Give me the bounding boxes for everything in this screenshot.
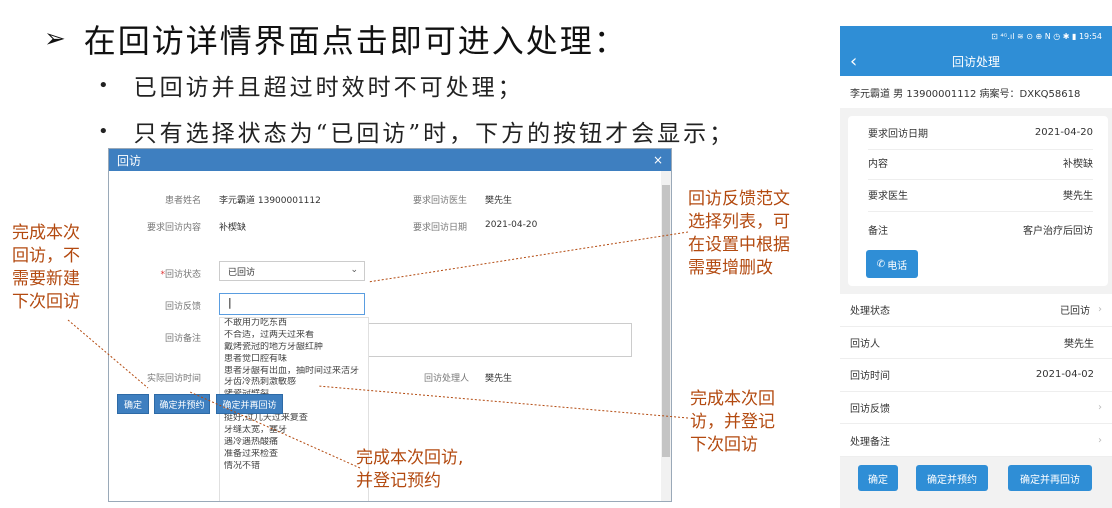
card-label: 内容 — [868, 159, 888, 170]
list-label: 回访时间 — [850, 371, 890, 383]
note-line: 下次回访 — [12, 292, 80, 312]
note-line: 需要增删改 — [688, 258, 773, 278]
note-line: 完成本次回 — [690, 389, 775, 409]
note-confirm: 完成本次 回访，不 需要新建 下次回访 — [12, 222, 80, 314]
note-line: 在设置中根据 — [688, 235, 790, 255]
note-confirm-schedule: 完成本次回访, 并登记预约 — [356, 447, 463, 493]
note-line: 回访反馈范文 — [688, 189, 790, 209]
phone-icon: ✆ — [876, 258, 886, 270]
chevron-right-icon: › — [1098, 402, 1102, 414]
status-icons: ⊡ ⁴ᴳ.ıl ≋ ⊙ ⊕ N ◷ ✱ ▮ 19:54 — [991, 31, 1102, 41]
chevron-right-icon: › — [1098, 304, 1102, 316]
list-label: 回访反馈 — [850, 404, 890, 416]
card-value: 樊先生 — [1063, 191, 1093, 202]
request-card: 要求回访日期 2021-04-20 内容 补楔缺 要求医生 樊先生 备注 客户治疗后回访… — [848, 116, 1108, 286]
card-row: 备注 客户治疗后回访 — [868, 212, 1093, 246]
list-value: 已回访 — [1060, 306, 1090, 318]
list-label: 回访人 — [850, 338, 880, 350]
note-line: 完成本次回访, — [356, 448, 464, 468]
back-icon[interactable]: ‹ — [850, 51, 857, 72]
card-value: 补楔缺 — [1063, 159, 1093, 170]
list-item-remark[interactable]: 处理备注 › — [840, 424, 1112, 457]
note-line: 选择列表，可 — [688, 212, 790, 232]
note-line: 回访，不 — [12, 246, 80, 266]
note-line: 并登记预约 — [356, 471, 441, 491]
list-label: 处理状态 — [850, 306, 890, 318]
list-label: 处理备注 — [850, 436, 890, 448]
list-item-visitor[interactable]: 回访人 樊先生 — [840, 327, 1112, 360]
note-line: 完成本次 — [12, 223, 80, 243]
nav-title: 回访处理 — [951, 54, 1000, 69]
note-line: 需要新建 — [12, 269, 80, 289]
card-label: 要求医生 — [868, 191, 908, 202]
note-confirm-again: 完成本次回 访，并登记 下次回访 — [690, 388, 775, 457]
card-row: 内容 补楔缺 — [868, 146, 1093, 180]
card-value: 2021-04-20 — [1034, 127, 1093, 138]
list-value: 2021-04-02 — [1035, 369, 1094, 381]
call-button-label: 电话 — [887, 260, 908, 272]
card-row: 要求医生 樊先生 — [868, 178, 1093, 212]
list-item-feedback[interactable]: 回访反馈 › — [840, 392, 1112, 425]
list-item-status[interactable]: 处理状态 已回访 › — [840, 294, 1112, 327]
handling-list: 处理状态 已回访 › 回访人 樊先生 回访时间 2021-04-02 回访反馈 › 处理备… — [840, 294, 1112, 457]
note-feedback: 回访反馈范文 选择列表，可 在设置中根据 需要增删改 — [688, 188, 790, 280]
chevron-right-icon: › — [1098, 434, 1102, 446]
mobile-screen: ⊡ ⁴ᴳ.ıl ≋ ⊙ ⊕ N ◷ ✱ ▮ 19:54 ‹ 回访处理 李元霸道 … — [840, 26, 1112, 508]
phone-confirm-schedule-button[interactable]: 确定并预约 — [916, 465, 988, 491]
card-label: 备注 — [868, 225, 888, 237]
note-line: 下次回访 — [690, 435, 758, 455]
card-row: 要求回访日期 2021-04-20 — [868, 116, 1093, 150]
list-item-time[interactable]: 回访时间 2021-04-02 — [840, 359, 1112, 392]
list-value: 樊先生 — [1064, 338, 1094, 350]
call-button[interactable]: ✆ 电话 — [866, 250, 918, 278]
phone-button-bar: 确定 确定并预约 确定并再回访 — [840, 457, 1112, 508]
nav-bar: ‹ 回访处理 — [840, 46, 1112, 76]
note-line: 访，并登记 — [690, 412, 775, 432]
patient-info: 李元霸道 男 13900001112 病案号：DXKQ58618 — [840, 76, 1112, 108]
card-value: 客户治疗后回访 — [1023, 225, 1093, 237]
status-bar: ⊡ ⁴ᴳ.ıl ≋ ⊙ ⊕ N ◷ ✱ ▮ 19:54 — [840, 26, 1112, 46]
phone-confirm-again-button[interactable]: 确定并再回访 — [1008, 465, 1092, 491]
card-label: 要求回访日期 — [868, 129, 928, 140]
phone-confirm-button[interactable]: 确定 — [858, 465, 898, 491]
